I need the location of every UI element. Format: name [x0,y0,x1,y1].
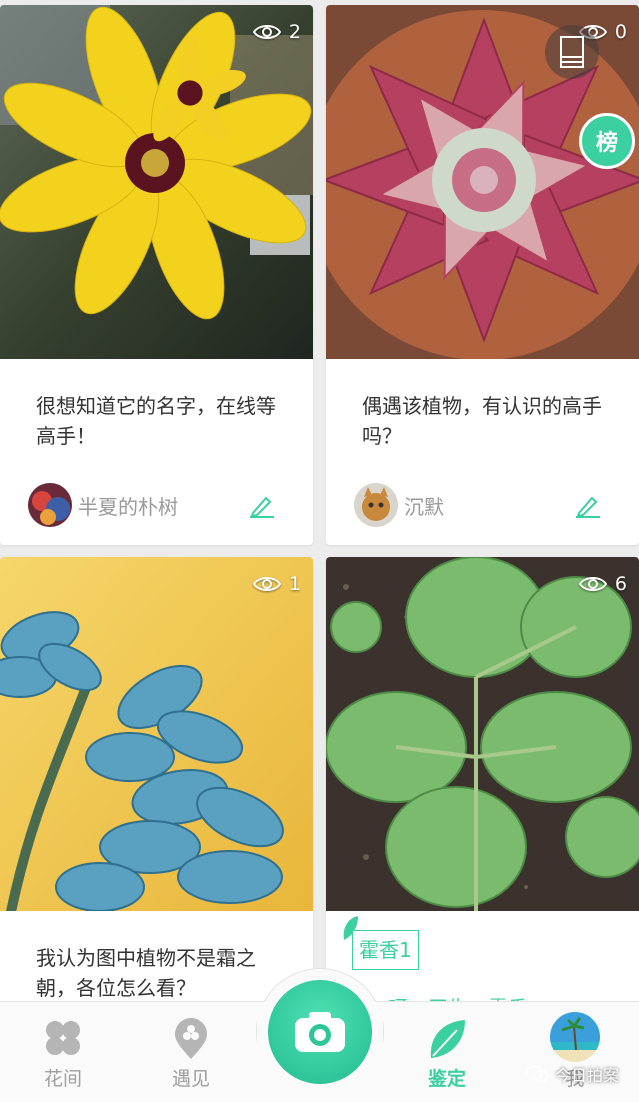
eye-icon [578,577,607,591]
author-name[interactable]: 沉默 [404,491,444,520]
nav-label: 鉴定 [427,1068,466,1090]
plant-photo[interactable]: 0 榜 [326,5,639,359]
camera-button[interactable] [268,980,372,1084]
view-count-value: 1 [288,573,301,595]
view-count-value: 0 [614,21,627,43]
pencil-icon[interactable] [575,494,601,518]
post-title[interactable]: 我认为图中植物不是霜之朝，各位怎么看？ [36,943,283,1003]
clover-icon [46,1021,80,1055]
nav-item-me[interactable]: 我 [520,1002,630,1102]
post-card-3[interactable]: 1 我认为图中植物不是霜之朝，各位怎么看？ [0,557,313,1017]
watermark-text: 今日拍案 [554,1066,619,1085]
plant-name-tag[interactable]: 霍香1 [352,930,419,970]
plant-name: 霍香1 [359,938,412,962]
post-title[interactable]: 很想知道它的名字，在线等高手！ [36,391,283,451]
plant-photo[interactable]: 2 [0,5,313,359]
nav-item-yujian[interactable]: 遇见 [136,1002,246,1102]
post-title[interactable]: 偶遇该植物，有认识的高手吗？ [362,391,609,451]
view-count: 1 [252,573,301,595]
eye-icon [252,25,281,39]
watermark: 今日拍案 [525,1062,619,1086]
nav-item-jianding[interactable]: 鉴定 [392,1002,502,1102]
wechat-icon [525,1065,549,1083]
view-count: 2 [252,21,301,43]
nav-label: 花间 [43,1068,82,1090]
post-card-1[interactable]: 2 很想知道它的名字，在线等高手！ 半夏的朴树 [0,5,313,545]
view-count-value: 6 [614,573,627,595]
nav-item-huajian[interactable]: 花间 [8,1002,118,1102]
rank-badge[interactable]: 榜 [579,113,635,169]
author-name[interactable]: 半夏的朴树 [78,491,178,520]
camera-icon [295,1012,345,1052]
plant-photo[interactable]: 6 [326,557,639,911]
plant-photo[interactable]: 1 [0,557,313,911]
bookmark-button[interactable] [545,25,599,79]
pencil-icon[interactable] [249,494,275,518]
avatar[interactable] [354,483,398,527]
avatar[interactable] [550,1012,600,1062]
book-icon [560,36,584,68]
nav-label: 遇见 [171,1068,210,1090]
author[interactable]: 沉默 [354,483,444,527]
location-pin-icon [175,1018,207,1059]
view-count-value: 2 [288,21,301,43]
eye-icon [252,577,281,591]
view-count: 6 [578,573,627,595]
avatar[interactable] [28,483,72,527]
leaf-icon [430,1020,465,1058]
post-card-2[interactable]: 0 榜 偶遇该植物，有认识的高手吗？ 沉默 [326,5,639,545]
author[interactable]: 半夏的朴树 [28,483,178,527]
